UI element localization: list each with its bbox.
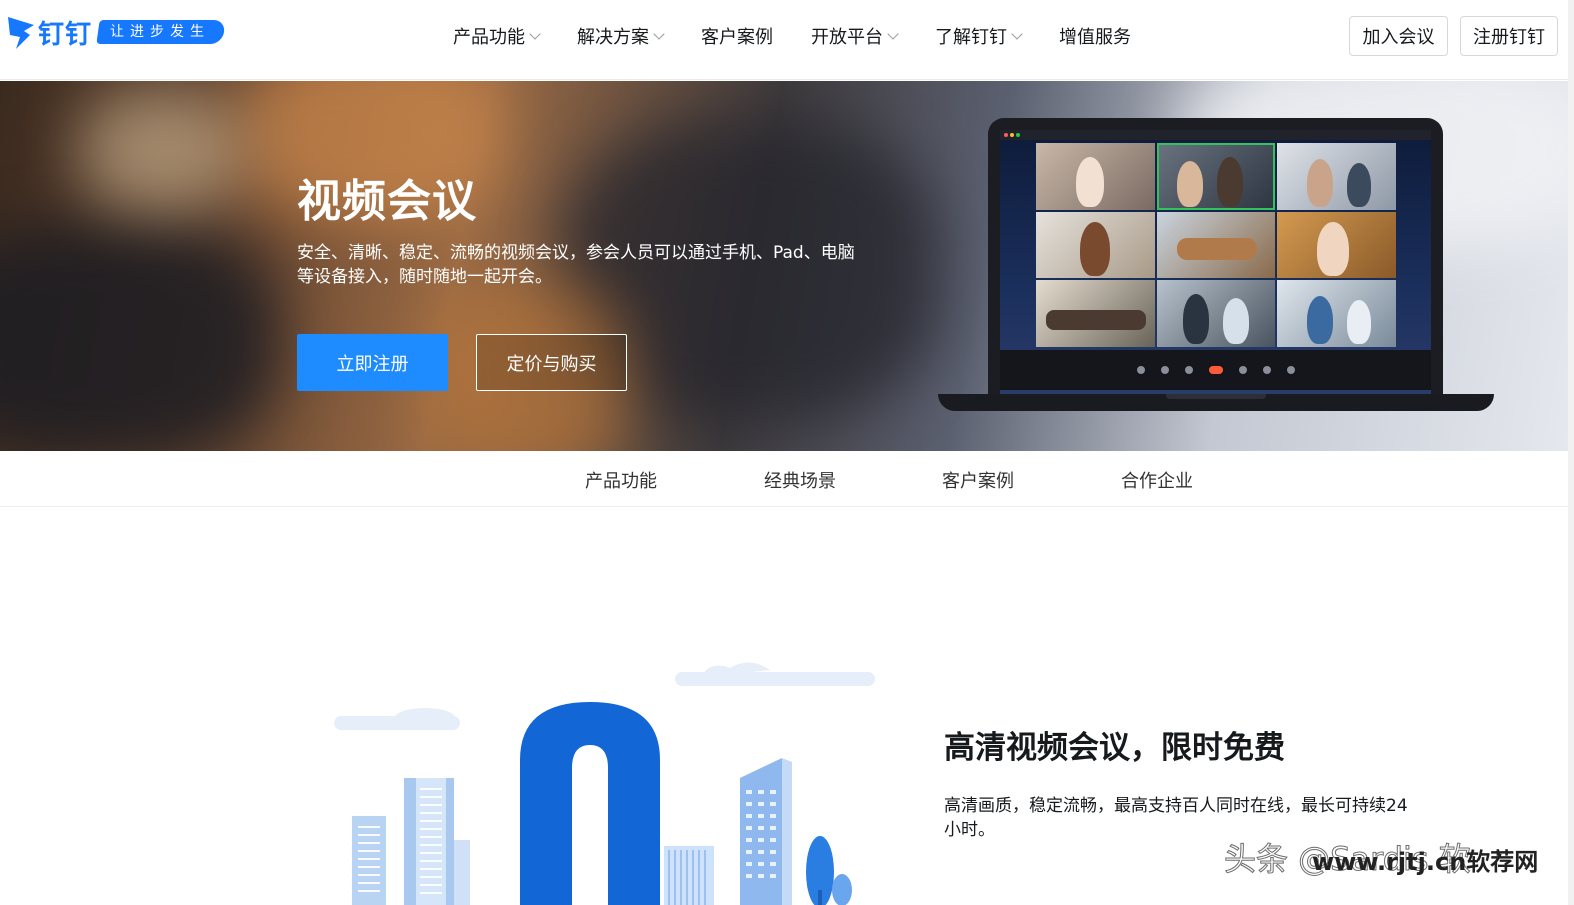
nav-item-value-added[interactable]: 增值服务 — [1059, 22, 1131, 50]
chevron-down-icon — [1011, 28, 1023, 40]
register-now-button[interactable]: 立即注册 — [297, 334, 448, 391]
camera-icon — [1160, 366, 1169, 374]
tab-product-features[interactable]: 产品功能 — [585, 467, 657, 493]
laptop-base — [938, 394, 1494, 411]
share-screen-icon — [1184, 366, 1193, 374]
video-meeting-screen — [1000, 130, 1431, 394]
hero-description: 安全、清晰、稳定、流畅的视频会议，参会人员可以通过手机、Pad、电脑等设备接入，… — [297, 243, 855, 287]
tab-partners[interactable]: 合作企业 — [1121, 467, 1193, 493]
laptop-lid — [988, 118, 1443, 398]
microphone-icon — [1136, 366, 1145, 374]
logo-text: 钉钉 — [38, 19, 93, 50]
participant-tile — [1277, 280, 1396, 347]
tab-customer-cases[interactable]: 客户案例 — [942, 467, 1014, 493]
dingtalk-logo[interactable]: 钉钉 让进步发生 — [6, 12, 226, 52]
hero-banner: 视频会议 安全、清晰、稳定、流畅的视频会议，参会人员可以通过手机、Pad、电脑等… — [0, 81, 1568, 451]
participant-tile — [1036, 280, 1155, 347]
end-call-icon — [1208, 366, 1223, 374]
city-illustration — [334, 662, 875, 905]
participant-tile — [1156, 280, 1276, 347]
settings-icon — [1286, 366, 1295, 374]
main-nav: 产品功能 解决方案 客户案例 开放平台 了解钉钉 增值服务 — [453, 22, 1169, 50]
nav-item-open-platform[interactable]: 开放平台 — [811, 22, 899, 50]
nav-item-about[interactable]: 了解钉钉 — [935, 22, 1023, 50]
watermark-site: www.rjtj.cn软荐网 — [1312, 848, 1539, 876]
section-tabs: 产品功能 经典场景 客户案例 合作企业 — [0, 451, 1568, 507]
page-scrollbar[interactable] — [1568, 0, 1574, 905]
meeting-control-bar — [1000, 350, 1431, 390]
chevron-down-icon — [529, 28, 541, 40]
logo-slogan: 让进步发生 — [96, 20, 226, 44]
participant-tile — [1036, 211, 1155, 279]
nav-item-solutions[interactable]: 解决方案 — [577, 22, 665, 50]
participant-tile — [1277, 143, 1396, 210]
participant-grid — [1036, 143, 1396, 347]
hero-title: 视频会议 — [297, 176, 477, 227]
laptop-illustration — [938, 118, 1494, 414]
participant-tile — [1156, 143, 1276, 210]
tab-classic-scenarios[interactable]: 经典场景 — [764, 467, 836, 493]
nav-item-product[interactable]: 产品功能 — [453, 22, 541, 50]
register-dingtalk-button[interactable]: 注册钉钉 — [1460, 16, 1558, 56]
top-header: 钉钉 让进步发生 产品功能 解决方案 客户案例 开放平台 了解钉钉 增值服务 加… — [0, 0, 1574, 80]
participant-tile — [1156, 211, 1276, 279]
participant-tile — [1036, 143, 1155, 210]
feature-title: 高清视频会议，限时免费 — [944, 730, 1285, 766]
pricing-button[interactable]: 定价与购买 — [476, 334, 627, 391]
chevron-down-icon — [653, 28, 665, 40]
dingtalk-bird-icon — [8, 17, 34, 49]
participants-icon — [1238, 366, 1247, 374]
participant-tile — [1277, 211, 1396, 279]
record-icon — [1262, 366, 1271, 374]
nav-item-cases[interactable]: 客户案例 — [701, 22, 773, 50]
join-meeting-button[interactable]: 加入会议 — [1349, 16, 1448, 56]
chevron-down-icon — [887, 28, 899, 40]
